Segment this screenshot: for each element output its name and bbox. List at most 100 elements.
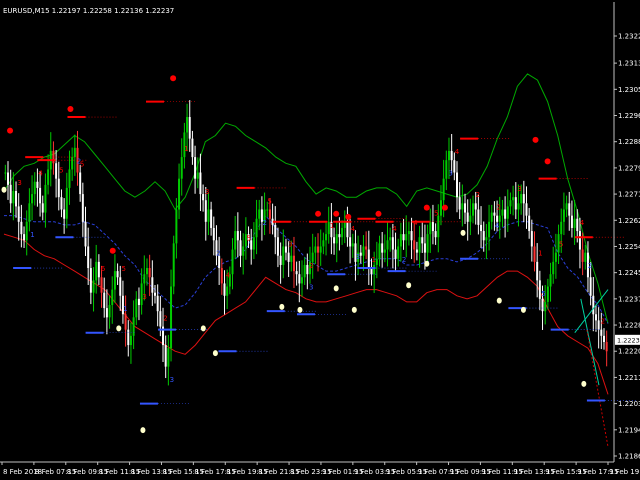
candle-bear — [220, 268, 223, 284]
candle-bull — [373, 264, 376, 275]
candle-bear — [421, 237, 424, 244]
candle-bull — [549, 274, 552, 287]
count-label-bottom: 2 — [263, 219, 267, 227]
signal-dot-white — [496, 297, 502, 304]
candle-bull — [73, 147, 76, 158]
candle-bull — [68, 169, 71, 188]
candle-bull — [135, 298, 138, 318]
candle-bull — [512, 197, 515, 201]
candle-bear — [333, 237, 336, 244]
price-tick-label: 1.22200 — [618, 348, 640, 356]
candle-bull — [501, 209, 504, 216]
candle-bear — [317, 246, 320, 253]
candle-bull — [552, 261, 555, 275]
candle-bull — [445, 160, 448, 179]
candle-bear — [87, 246, 90, 269]
price-tick-label: 1.22625 — [618, 217, 640, 225]
count-label-top: 5 — [247, 234, 251, 242]
candle-bull — [252, 237, 255, 250]
candle-bull — [234, 231, 237, 250]
candle-bear — [127, 329, 130, 346]
candle-bull — [95, 261, 98, 281]
count-label-top: 4 — [580, 219, 585, 227]
candle-bear — [116, 271, 119, 278]
candle-bull — [461, 203, 464, 210]
candle-bear — [605, 341, 608, 352]
candle-bull — [418, 237, 421, 253]
candle-bull — [12, 190, 15, 204]
candle-bull — [186, 117, 189, 133]
count-label-top: 5 — [267, 197, 271, 205]
candle-bull — [25, 221, 28, 241]
signal-dot-white — [406, 282, 412, 289]
candle-bull — [322, 240, 325, 247]
candle-bear — [402, 234, 405, 241]
candle-bear — [57, 178, 60, 198]
signal-dot-red — [67, 106, 74, 113]
price-tick-label: 1.22455 — [618, 269, 640, 277]
candle-bear — [276, 237, 279, 256]
candle-bull — [132, 317, 135, 336]
candle-bear — [60, 197, 63, 210]
candle-bear — [359, 252, 362, 256]
signal-dot-red — [375, 210, 382, 217]
count-label-top: 4 — [413, 219, 418, 227]
candle-bull — [560, 221, 563, 235]
candle-bull — [303, 264, 306, 278]
signal-dot-red — [170, 75, 177, 82]
signal-dot-white — [200, 325, 206, 332]
count-label-top: 5 — [434, 210, 438, 218]
count-label-top: 5 — [122, 265, 126, 273]
candle-bear — [349, 237, 352, 247]
candle-bull — [28, 203, 31, 222]
candle-bear — [81, 194, 84, 222]
candle-bear — [154, 292, 156, 296]
signal-dot-white — [1, 186, 7, 193]
candle-bear — [592, 295, 595, 315]
signal-dot-white — [279, 303, 285, 310]
count-label-top: 3 — [142, 293, 146, 301]
count-label-bottom: 4 — [495, 222, 500, 230]
count-label-bottom: 3 — [309, 284, 313, 292]
candle-bull — [397, 246, 400, 259]
count-label-bottom: 3 — [170, 376, 174, 384]
signal-dot-red — [345, 213, 352, 220]
candle-bear — [124, 314, 127, 330]
count-label-bottom: 2 — [588, 262, 592, 270]
candle-bear — [413, 240, 416, 250]
candle-bear — [202, 194, 205, 201]
candle-bull — [378, 243, 381, 259]
count-label-top: 2 — [309, 262, 313, 270]
candle-bull — [426, 234, 429, 253]
candle-bear — [9, 184, 12, 204]
candle-bull — [488, 221, 491, 238]
signal-dot-white — [140, 427, 146, 434]
candle-bull — [108, 305, 111, 318]
candle-bear — [292, 255, 295, 272]
candle-bear — [434, 231, 437, 238]
candle-bear — [431, 221, 434, 232]
current-price-label: 1.22237 — [617, 336, 640, 344]
candle-bear — [570, 215, 573, 228]
candle-bear — [212, 227, 215, 241]
candle-bull — [226, 286, 229, 296]
candle-bull — [469, 215, 472, 222]
candle-bear — [84, 221, 87, 247]
candle-bear — [279, 255, 282, 265]
price-tick-label: 1.23135 — [618, 60, 640, 68]
candle-bear — [415, 249, 418, 253]
signal-dot-red — [333, 210, 340, 217]
candle-bear — [41, 203, 44, 213]
candle-bull — [231, 249, 234, 275]
count-label-top: 3 — [17, 179, 21, 187]
candle-bear — [159, 311, 162, 327]
candle-bull — [170, 286, 173, 349]
count-label-top: 1 — [330, 222, 334, 230]
count-label-top: 1 — [184, 145, 188, 153]
count-label-top: 3 — [517, 185, 521, 193]
candle-bear — [298, 274, 301, 284]
candle-bull — [167, 348, 170, 367]
count-label-top: 2 — [601, 317, 605, 325]
count-label-top: 2 — [163, 314, 167, 322]
candle-bear — [477, 209, 480, 225]
